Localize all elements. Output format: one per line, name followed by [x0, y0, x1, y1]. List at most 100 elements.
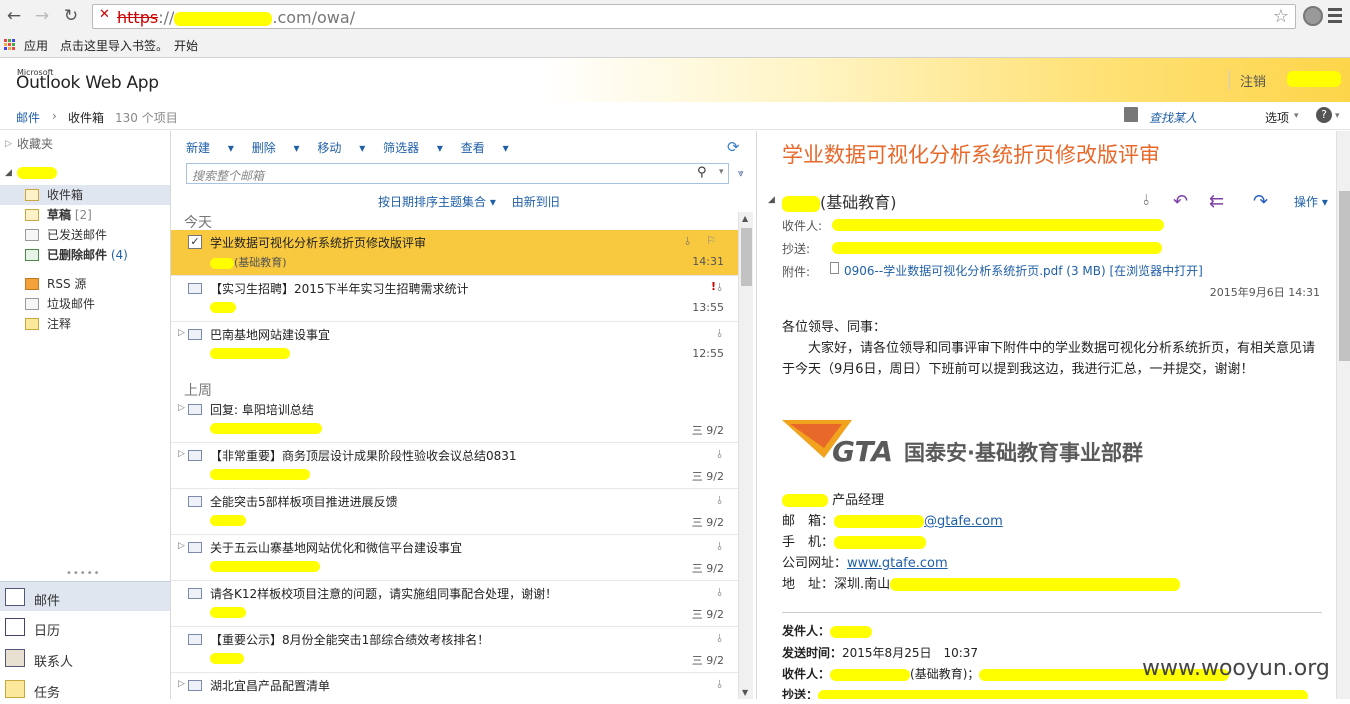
scroll-up-icon[interactable]: ▲	[742, 214, 748, 223]
reply-icon[interactable]: ↶	[1173, 191, 1188, 212]
folder-rss[interactable]: RSS 源	[0, 274, 170, 294]
address-bar[interactable]: ✕ https://.com/owa/ ☆	[92, 4, 1296, 29]
nav-calendar[interactable]: 日历	[0, 612, 170, 642]
bookmark-start[interactable]: 开始	[174, 37, 198, 54]
redaction	[174, 11, 273, 26]
list-scrollbar[interactable]: ▲ ▼	[738, 212, 753, 699]
paperclip-icon: ⫰	[717, 494, 722, 507]
attachment-link[interactable]: 0906--学业数据可视化分析系统折页.pdf (3 MB) [在浏览器中打开]	[844, 262, 1203, 279]
forward-icon[interactable]: →	[31, 5, 53, 27]
address-book-icon[interactable]	[1124, 107, 1138, 122]
folder-sent[interactable]: 已发送邮件	[0, 225, 170, 245]
folder-inbox[interactable]: 收件箱	[0, 185, 170, 205]
reply-all-icon[interactable]: ⇇	[1209, 191, 1224, 212]
star-icon[interactable]: ☆	[1273, 6, 1289, 27]
redaction	[210, 514, 246, 526]
mail-icon	[5, 588, 25, 606]
sort-by[interactable]: 按日期排序主题集合 ▾	[378, 195, 496, 209]
divider	[782, 612, 1322, 613]
expand-icon[interactable]: ▷	[178, 403, 185, 413]
signout-link[interactable]: 注销	[1240, 71, 1266, 90]
flag-icon[interactable]: ⚐	[706, 234, 716, 247]
list-item[interactable]: ▷ 【非常重要】商务顶层设计成果阶段性验收会议总结0831 ⫰ 三 9/2	[171, 443, 738, 489]
globe-icon[interactable]	[1303, 6, 1323, 26]
move-button[interactable]: 移动 ▾	[317, 141, 365, 155]
delete-button[interactable]: 删除 ▾	[252, 141, 300, 155]
url-text: https://.com/owa/	[117, 8, 356, 27]
expand-icon: ▷	[5, 139, 12, 149]
collapse-icon[interactable]: ◢	[768, 195, 775, 205]
message-list-pane: 新建 ▾ 删除 ▾ 移动 ▾ 筛选器 ▾ 查看 ▾ ⟳ 搜索整个邮箱 ⚲ ▾ ⩔…	[171, 131, 756, 699]
junk-icon	[25, 298, 39, 310]
paperclip-icon: ⫰	[717, 540, 722, 553]
bookmark-import[interactable]: 点击这里导入书签。	[60, 37, 168, 54]
inbox-icon	[25, 189, 39, 201]
message-sender[interactable]: (基础教育)	[782, 189, 897, 213]
list-item[interactable]: ✓ 学业数据可视化分析系统折页修改版评审 (基础教育) ⫰ ⚐ 14:31	[171, 230, 738, 276]
options-menu[interactable]: 选项	[1265, 109, 1289, 126]
help-icon[interactable]: ?	[1316, 107, 1332, 123]
scroll-thumb[interactable]	[1339, 191, 1350, 361]
list-item[interactable]: ▷ 回复: 阜阳培训总结 三 9/2	[171, 397, 738, 443]
list-item[interactable]: 【实习生招聘】2015下半年实习生招聘需求统计 ! ⫰ 13:55	[171, 276, 738, 322]
envelope-icon	[188, 680, 202, 691]
filter-button[interactable]: 筛选器 ▾	[383, 141, 443, 155]
refresh-icon[interactable]: ⟳	[727, 138, 740, 156]
list-item[interactable]: 全能突击5部样板项目推进进展反馈 ⫰ 三 9/2	[171, 489, 738, 535]
search-input[interactable]: 搜索整个邮箱 ⚲ ▾	[186, 163, 729, 184]
signature-title: 产品经理	[782, 489, 884, 508]
view-button[interactable]: 查看 ▾	[461, 141, 509, 155]
owa-logo: Outlook Web App	[16, 73, 159, 93]
apps-grid-icon[interactable]	[4, 39, 17, 52]
envelope-icon	[188, 329, 202, 340]
expand-icon[interactable]: ▷	[178, 541, 185, 551]
nav-tasks[interactable]: 任务	[0, 674, 170, 704]
high-importance-icon: !	[710, 280, 716, 293]
list-item[interactable]: ▷ 湖北宜昌产品配置清单 ⫰	[171, 673, 738, 699]
envelope-icon	[188, 496, 202, 507]
sort-order[interactable]: 由新到旧	[512, 195, 560, 209]
svg-text:国泰安·基础教育事业部群: 国泰安·基础教育事业部群	[904, 441, 1143, 465]
redaction	[1287, 71, 1341, 87]
folder-deleted[interactable]: 已删除邮件 (4)	[0, 245, 170, 265]
checkbox-icon[interactable]: ✓	[188, 235, 202, 249]
nav-contacts[interactable]: 联系人	[0, 643, 170, 673]
back-icon[interactable]: ←	[3, 5, 25, 27]
chevron-down-icon[interactable]: ▾	[719, 167, 724, 177]
scroll-down-icon[interactable]: ▼	[742, 688, 748, 697]
reload-icon[interactable]: ↻	[60, 5, 82, 27]
find-someone[interactable]: 查找某人	[1149, 109, 1197, 126]
sent-icon	[25, 229, 39, 241]
nav-mail[interactable]: 邮件	[0, 581, 170, 611]
forward-icon[interactable]: ↷	[1253, 191, 1268, 212]
breadcrumb: 邮件 › 收件箱 130 个项目 查找某人 选项 ▾ ? ▾	[0, 102, 1350, 130]
bookmark-apps[interactable]: 应用	[24, 37, 48, 54]
folder-junk[interactable]: 垃圾邮件	[0, 294, 170, 314]
expand-search-icon[interactable]: ⩔	[738, 168, 744, 179]
paperclip-icon: ⫰	[1143, 191, 1150, 209]
message-subject: 学业数据可视化分析系统折页修改版评审	[782, 143, 1160, 167]
list-item[interactable]: 【重要公示】8月份全能突击1部综合绩效考核排名！ ⫰ 三 9/2	[171, 627, 738, 673]
list-item[interactable]: 请各K12样板校项目注意的问题，请实施组同事配合处理，谢谢！ ⫰ 三 9/2	[171, 581, 738, 627]
scroll-thumb[interactable]	[741, 228, 752, 286]
list-item[interactable]: ▷ 关于五云山寨基地网站优化和微信平台建设事宜 ⫰ 三 9/2	[171, 535, 738, 581]
folder-drafts[interactable]: 草稿 [2]	[0, 205, 170, 225]
new-button[interactable]: 新建 ▾	[186, 141, 234, 155]
expand-icon[interactable]: ▷	[178, 328, 185, 338]
resize-grip[interactable]: •••••	[66, 568, 101, 579]
expand-icon[interactable]: ▷	[178, 679, 185, 689]
reader-scrollbar[interactable]	[1336, 131, 1350, 699]
search-icon[interactable]: ⚲	[697, 165, 707, 180]
notes-icon	[25, 318, 39, 330]
favorites-header[interactable]: ▷ 收藏夹	[0, 134, 170, 154]
list-item[interactable]: ▷ 巴南基地网站建设事宜 ⫰ 12:55	[171, 322, 738, 368]
file-icon	[830, 262, 839, 274]
expand-icon[interactable]: ▷	[178, 449, 185, 459]
envelope-icon	[188, 404, 202, 415]
redaction	[830, 668, 911, 681]
folder-notes[interactable]: 注释	[0, 314, 170, 334]
breadcrumb-mail[interactable]: 邮件	[16, 109, 40, 126]
menu-icon[interactable]	[1328, 8, 1342, 24]
actions-menu[interactable]: 操作 ▾	[1294, 193, 1328, 210]
mailbox-root[interactable]: ◢	[0, 163, 170, 183]
